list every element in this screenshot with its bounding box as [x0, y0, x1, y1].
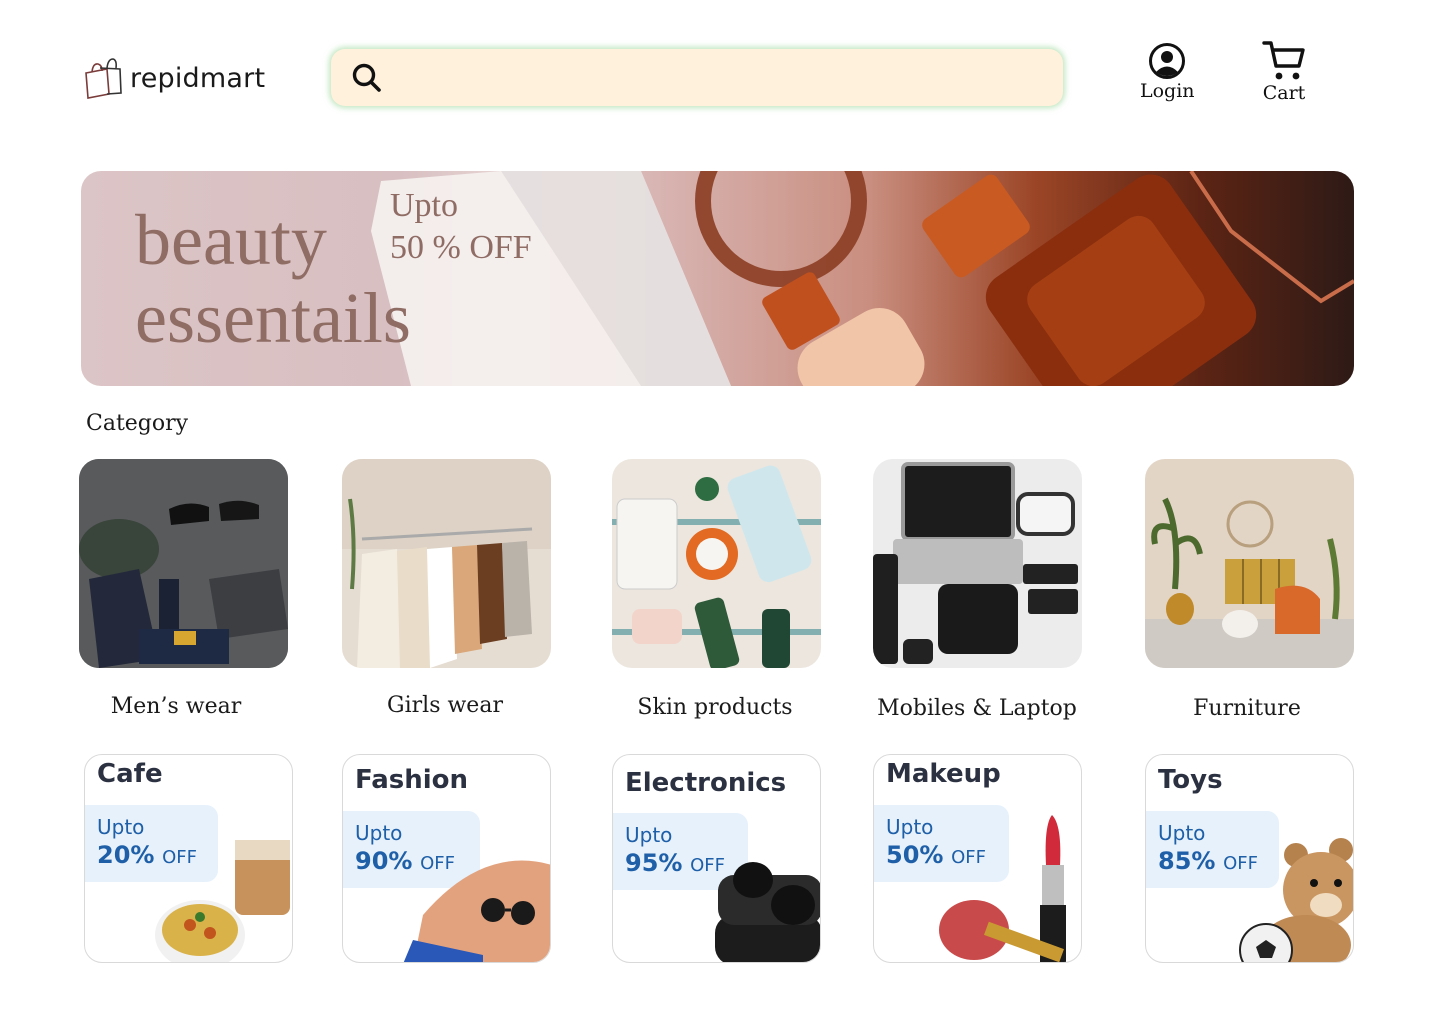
mens-wear-image: [79, 459, 288, 668]
deal-title: Makeup: [886, 759, 1001, 789]
promo-banner[interactable]: beauty essentails Upto 50 % OFF: [81, 171, 1354, 386]
logo-text: repidmart: [130, 62, 266, 94]
deal-offer-box: Upto 50% OFF: [874, 805, 1009, 882]
cart-icon: [1262, 41, 1305, 80]
cart-button[interactable]: Cart: [1262, 40, 1306, 104]
deal-percent: 20% OFF: [97, 841, 197, 869]
deal-title: Cafe: [97, 759, 163, 789]
category-label-skin-products[interactable]: Skin products: [585, 695, 845, 720]
deal-title: Electronics: [625, 768, 787, 798]
deal-card-toys[interactable]: Toys Upto 85% OFF: [1145, 754, 1354, 963]
banner-offer-line1: Upto: [390, 187, 458, 224]
category-tile-mens-wear[interactable]: [79, 459, 288, 668]
banner-offer: Upto 50 % OFF: [390, 185, 532, 269]
deal-percent: 50% OFF: [886, 841, 986, 869]
category-label-furniture[interactable]: Furniture: [1117, 696, 1377, 721]
deal-offer-box: Upto 90% OFF: [343, 811, 480, 888]
login-button[interactable]: Login: [1140, 42, 1195, 102]
category-tile-skin-products[interactable]: [612, 459, 821, 668]
deal-offer-box: Upto 85% OFF: [1146, 811, 1279, 888]
search-bar[interactable]: [331, 49, 1063, 106]
shopping-bags-icon: [85, 58, 122, 99]
search-input[interactable]: [397, 49, 1063, 106]
user-account-icon: [1149, 43, 1186, 79]
deal-upto: Upto: [886, 815, 934, 839]
skin-products-image: [612, 459, 821, 668]
category-tile-girls-wear[interactable]: [342, 459, 551, 668]
girls-wear-image: [342, 459, 551, 668]
banner-title: beauty essentails: [135, 201, 411, 357]
category-heading: Category: [86, 411, 189, 436]
mobiles-laptop-image: [873, 459, 1082, 668]
search-icon[interactable]: [351, 62, 383, 94]
deal-percent: 85% OFF: [1158, 847, 1258, 875]
deal-upto: Upto: [355, 821, 403, 845]
deal-upto: Upto: [1158, 821, 1206, 845]
deal-upto: Upto: [97, 815, 145, 839]
deal-card-cafe[interactable]: Cafe Upto 20% OFF: [84, 754, 293, 963]
category-label-mens-wear[interactable]: Men’s wear: [46, 694, 306, 719]
category-tile-mobiles-laptop[interactable]: [873, 459, 1082, 668]
cart-label: Cart: [1262, 82, 1306, 104]
category-label-girls-wear[interactable]: Girls wear: [315, 693, 575, 718]
furniture-image: [1145, 459, 1354, 668]
deal-percent: 95% OFF: [625, 849, 725, 877]
deal-percent: 90% OFF: [355, 847, 455, 875]
deal-card-fashion[interactable]: Fashion Upto 90% OFF: [342, 754, 551, 963]
site-logo[interactable]: repidmart: [82, 56, 265, 100]
deal-card-makeup[interactable]: Makeup Upto 50% OFF: [873, 754, 1082, 963]
banner-offer-line2: 50 % OFF: [390, 229, 532, 266]
login-label: Login: [1140, 80, 1195, 102]
category-tile-furniture[interactable]: [1145, 459, 1354, 668]
deal-upto: Upto: [625, 823, 673, 847]
deal-title: Toys: [1158, 765, 1223, 795]
banner-title-line1: beauty: [135, 200, 327, 280]
deal-card-electronics[interactable]: Electronics Upto 95% OFF: [612, 754, 821, 963]
category-label-mobiles-laptop[interactable]: Mobiles & Laptop: [847, 696, 1107, 721]
deal-offer-box: Upto 20% OFF: [85, 805, 218, 882]
deal-title: Fashion: [355, 765, 469, 795]
deal-offer-box: Upto 95% OFF: [613, 813, 748, 890]
banner-title-line2: essentails: [135, 278, 411, 358]
